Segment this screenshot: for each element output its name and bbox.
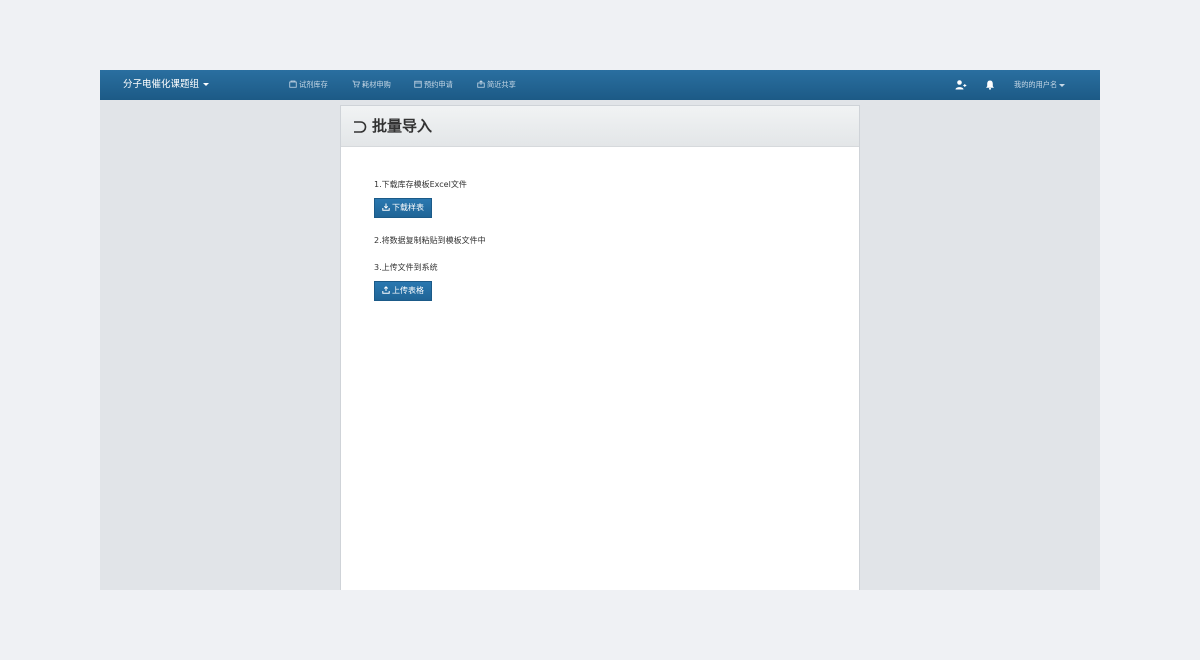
- step-3-text: 3.上传文件到系统: [374, 263, 438, 272]
- calendar-icon: [414, 80, 422, 88]
- download-button-label: 下载样表: [392, 203, 424, 212]
- brand-label: 分子电催化课题组: [123, 79, 200, 90]
- nav-item-label: 耗材申购: [362, 80, 391, 89]
- box-icon: [289, 80, 297, 88]
- cart-icon: [352, 80, 360, 88]
- group-dropdown[interactable]: 分子电催化课题组: [123, 70, 210, 100]
- user-name-label: 我的的用户名: [1014, 80, 1058, 89]
- upload-table-button[interactable]: 上传表格: [374, 281, 432, 301]
- panel-header: 批量导入: [341, 106, 859, 147]
- nav-item-share[interactable]: 简近共享: [477, 70, 516, 100]
- batch-import-panel: 批量导入 1.下载库存模板Excel文件 下载样表 2.将数据复制粘贴到模板文件…: [340, 105, 860, 590]
- upload-button-label: 上传表格: [392, 286, 424, 295]
- nav-item-reservation[interactable]: 预约申请: [414, 70, 453, 100]
- download-template-button[interactable]: 下载样表: [374, 198, 432, 218]
- nav-item-reagent-inventory[interactable]: 试剂库存: [289, 70, 328, 100]
- nav-item-label: 简近共享: [487, 80, 516, 89]
- undo-arrow-icon[interactable]: [352, 119, 368, 135]
- nav-item-label: 预约申请: [424, 80, 453, 89]
- upload-icon: [382, 286, 390, 294]
- step-2-text: 2.将数据复制粘贴到模板文件中: [374, 236, 486, 245]
- caret-down-icon: [1059, 83, 1066, 87]
- caret-down-icon: [203, 83, 210, 86]
- add-user-icon[interactable]: [955, 79, 967, 91]
- page-title: 批量导入: [372, 117, 433, 135]
- share-icon: [477, 80, 485, 88]
- bell-icon[interactable]: [984, 79, 996, 91]
- app-window: 分子电催化课题组 试剂库存 耗材申购 预约申请 简近共享 我的的用户名 批量导入…: [100, 70, 1100, 590]
- top-navbar: 分子电催化课题组 试剂库存 耗材申购 预约申请 简近共享 我的的用户名: [100, 70, 1100, 100]
- nav-item-label: 试剂库存: [299, 80, 328, 89]
- download-icon: [382, 203, 390, 211]
- step-1-text: 1.下载库存模板Excel文件: [374, 180, 467, 189]
- nav-item-supply-purchase[interactable]: 耗材申购: [352, 70, 391, 100]
- user-menu-dropdown[interactable]: 我的的用户名: [1014, 70, 1066, 100]
